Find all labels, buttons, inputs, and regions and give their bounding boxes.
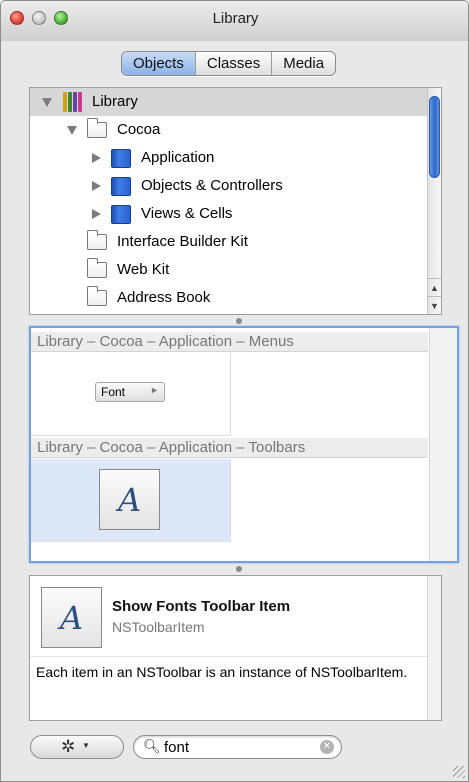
library-outline-view: Library Cocoa Application Objects & Cont… bbox=[29, 87, 442, 315]
outline-row-label: Web Kit bbox=[117, 261, 170, 278]
blue-book-icon bbox=[111, 205, 131, 224]
outline-scrollbar[interactable]: ▲ ▼ bbox=[427, 88, 441, 314]
object-gallery: Library – Cocoa – Application – Menus Fo… bbox=[29, 326, 459, 563]
folder-icon bbox=[87, 230, 107, 250]
action-menu-button[interactable]: ✲ ▼ bbox=[30, 735, 124, 759]
scroll-thumb[interactable] bbox=[429, 96, 440, 178]
split-view-handle[interactable] bbox=[236, 566, 242, 572]
outline-row-label: Address Book bbox=[117, 289, 211, 306]
detail-panel: A Show Fonts Toolbar Item NSToolbarItem … bbox=[29, 575, 442, 721]
outline-row-label: Library bbox=[92, 93, 138, 110]
folder-icon bbox=[87, 286, 107, 306]
outline-row-label: Cocoa bbox=[117, 121, 161, 138]
outline-row-label: Application bbox=[141, 149, 215, 166]
submenu-arrow-icon: ► bbox=[150, 385, 159, 395]
outline-row-label: Interface Builder Kit bbox=[117, 233, 248, 250]
split-view-handle[interactable] bbox=[236, 318, 242, 324]
gallery-section-header: Library – Cocoa – Application – Menus bbox=[31, 332, 428, 352]
outline-row-label: Objects & Controllers bbox=[141, 177, 283, 194]
gallery-item-show-fonts-toolbar[interactable]: A bbox=[31, 459, 231, 542]
blue-book-icon bbox=[111, 177, 131, 196]
tab-classes[interactable]: Classes bbox=[194, 52, 271, 75]
library-window: Library Objects Classes Media Library Co… bbox=[0, 0, 469, 782]
disclosure-triangle-icon[interactable] bbox=[67, 126, 77, 135]
detail-scrollbar[interactable] bbox=[427, 576, 441, 720]
outline-row-views-cells[interactable]: Views & Cells bbox=[30, 200, 428, 228]
scroll-down-arrow-icon[interactable]: ▼ bbox=[428, 296, 441, 314]
chevron-down-icon: ▼ bbox=[82, 741, 90, 750]
gallery-section-title: Library – Cocoa – Application – Toolbars bbox=[37, 439, 306, 456]
resize-grip-icon[interactable] bbox=[453, 766, 465, 778]
gallery-section-title: Library – Cocoa – Application – Menus bbox=[37, 333, 294, 350]
folder-icon bbox=[87, 258, 107, 278]
outline-row-interface-builder-kit[interactable]: Interface Builder Kit bbox=[30, 228, 428, 256]
detail-class-name: NSToolbarItem bbox=[112, 619, 205, 635]
blue-book-icon bbox=[111, 149, 131, 168]
detail-title: Show Fonts Toolbar Item bbox=[112, 598, 291, 615]
scroll-up-arrow-icon[interactable]: ▲ bbox=[428, 278, 441, 296]
clear-search-icon[interactable]: ✕ bbox=[320, 740, 334, 754]
gallery-item-font-menu[interactable]: Font ► bbox=[31, 353, 231, 436]
font-a-icon: A bbox=[99, 469, 160, 530]
library-books-icon bbox=[63, 92, 85, 112]
window-title: Library bbox=[212, 10, 259, 27]
gallery-section-header: Library – Cocoa – Application – Toolbars bbox=[31, 438, 428, 458]
disclosure-triangle-icon[interactable] bbox=[42, 98, 52, 107]
font-menu-preview: Font ► bbox=[95, 382, 165, 402]
outline-row-objects-controllers[interactable]: Objects & Controllers bbox=[30, 172, 428, 200]
detail-description: Each item in an NSToolbar is an instance… bbox=[36, 664, 408, 680]
search-field[interactable]: 🔍︎ ✕ bbox=[133, 735, 342, 759]
gallery-scrollbar[interactable] bbox=[429, 328, 457, 561]
outline-row-library[interactable]: Library bbox=[30, 88, 428, 116]
outline-row-address-book[interactable]: Address Book bbox=[30, 284, 428, 312]
magnifier-icon: 🔍︎ bbox=[143, 738, 161, 754]
search-input[interactable] bbox=[164, 738, 314, 756]
outline-row-label: Views & Cells bbox=[141, 205, 233, 222]
tab-objects[interactable]: Objects bbox=[122, 52, 195, 75]
disclosure-triangle-icon[interactable] bbox=[92, 153, 101, 163]
outline-row-cocoa[interactable]: Cocoa bbox=[30, 116, 428, 144]
disclosure-triangle-icon[interactable] bbox=[92, 209, 101, 219]
outline-row-web-kit[interactable]: Web Kit bbox=[30, 256, 428, 284]
divider bbox=[30, 656, 427, 657]
title-bar[interactable]: Library bbox=[1, 1, 468, 41]
disclosure-triangle-icon[interactable] bbox=[92, 181, 101, 191]
gear-icon: ✲ bbox=[61, 737, 76, 756]
font-menu-label: Font bbox=[101, 385, 126, 399]
tab-media[interactable]: Media bbox=[271, 52, 335, 75]
font-a-icon: A bbox=[41, 587, 102, 648]
library-tabs: Objects Classes Media bbox=[121, 51, 337, 76]
outline-row-application[interactable]: Application bbox=[30, 144, 428, 172]
folder-icon bbox=[87, 118, 107, 138]
